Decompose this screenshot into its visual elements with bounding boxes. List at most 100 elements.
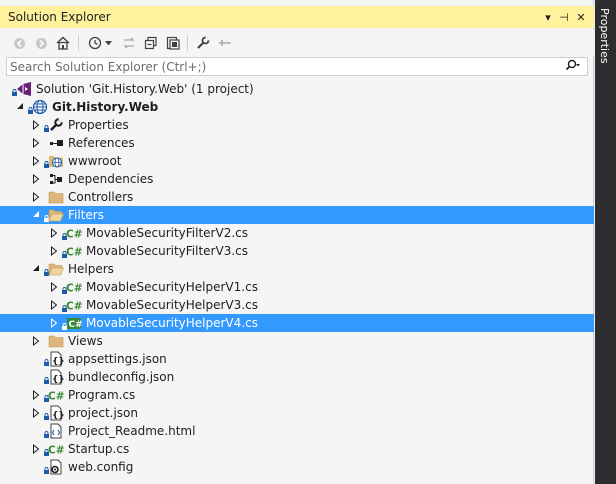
toolbar xyxy=(0,30,594,56)
properties-tab-label: Properties xyxy=(598,8,611,64)
tree-item-startup-cs[interactable]: C# Startup.cs xyxy=(0,440,594,458)
open-folder-icon xyxy=(48,261,64,277)
collapse-arrow-icon[interactable] xyxy=(16,102,24,112)
csharp-file-icon: C# xyxy=(66,279,83,295)
title-bar: Solution Explorer ▾ ⊣ ✕ xyxy=(0,6,594,28)
tree-item-web-config[interactable]: web.config xyxy=(0,458,594,476)
tree-item-label: Controllers xyxy=(68,190,134,204)
search-placeholder: Search Solution Explorer (Ctrl+;) xyxy=(10,60,207,74)
svg-text:C#: C# xyxy=(66,229,82,241)
expand-arrow-icon[interactable] xyxy=(32,137,40,149)
preview-selected-items-icon[interactable] xyxy=(216,34,234,52)
sync-with-document-icon[interactable] xyxy=(120,34,138,52)
tree-item-movablesecurityfilterv3-cs[interactable]: C# MovableSecurityFilterV3.cs xyxy=(0,242,594,260)
tree-item-label: Git.History.Web xyxy=(52,100,159,114)
svg-text:C#: C# xyxy=(66,301,82,313)
tree-item-label: wwwroot xyxy=(68,154,122,168)
search-input[interactable]: Search Solution Explorer (Ctrl+;) xyxy=(6,57,588,76)
tree-item-movablesecurityhelperv4-cs[interactable]: C# MovableSecurityHelperV4.cs xyxy=(0,314,594,332)
collapse-arrow-icon[interactable] xyxy=(32,264,40,274)
expand-arrow-icon[interactable] xyxy=(32,443,40,455)
svg-text:C#: C# xyxy=(66,283,82,295)
collapse-all-icon[interactable] xyxy=(142,34,160,52)
tree-item-label: appsettings.json xyxy=(68,352,167,366)
expand-arrow-icon[interactable] xyxy=(32,119,40,131)
tree-item-label: MovableSecurityFilterV3.cs xyxy=(86,244,248,258)
tree-item-program-cs[interactable]: C# Program.cs xyxy=(0,386,594,404)
expand-arrow-icon[interactable] xyxy=(50,227,58,239)
tree-item-views[interactable]: Views xyxy=(0,332,594,350)
expand-arrow-icon[interactable] xyxy=(50,281,58,293)
tree-item-label: Startup.cs xyxy=(68,442,130,456)
web-project-icon xyxy=(32,99,48,115)
tree-item-movablesecurityfilterv2-cs[interactable]: C# MovableSecurityFilterV2.cs xyxy=(0,224,594,242)
tree-item-appsettings-json[interactable]: {} appsettings.json xyxy=(0,350,594,368)
window-position-dropdown[interactable]: ▾ xyxy=(540,8,556,26)
tree-item-label: Project_Readme.html xyxy=(68,424,196,438)
tree-item-references[interactable]: References xyxy=(0,134,594,152)
expand-arrow-icon[interactable] xyxy=(32,155,40,167)
svg-text:C#: C# xyxy=(48,445,64,457)
tree-item-label: Views xyxy=(68,334,103,348)
properties-side-tab[interactable]: Properties xyxy=(595,0,616,484)
tree-item-filters[interactable]: Filters xyxy=(0,206,594,224)
svg-text:C#: C# xyxy=(48,391,64,403)
forward-icon[interactable] xyxy=(32,34,50,52)
expand-arrow-icon[interactable] xyxy=(50,299,58,311)
tree-item-properties[interactable]: Properties xyxy=(0,116,594,134)
tree-item-git-history-web[interactable]: Git.History.Web xyxy=(0,98,594,116)
panel-title: Solution Explorer xyxy=(8,10,111,24)
tree-item-label: MovableSecurityFilterV2.cs xyxy=(86,226,248,240)
expand-arrow-icon[interactable] xyxy=(50,245,58,257)
tree-item-helpers[interactable]: Helpers xyxy=(0,260,594,278)
json-file-icon: {} xyxy=(48,369,65,385)
home-icon[interactable] xyxy=(54,34,72,52)
tree-item-controllers[interactable]: Controllers xyxy=(0,188,594,206)
expand-arrow-icon[interactable] xyxy=(32,389,40,401)
tree-item-solution-git-history-web-1-project[interactable]: Solution 'Git.History.Web' (1 project) xyxy=(0,80,594,98)
expand-arrow-icon[interactable] xyxy=(32,191,40,203)
expand-arrow-icon[interactable] xyxy=(32,173,40,185)
tree-item-dependencies[interactable]: Dependencies xyxy=(0,170,594,188)
csharp-file-icon: C# xyxy=(48,441,65,457)
expand-arrow-icon[interactable] xyxy=(32,407,40,419)
show-all-files-icon[interactable] xyxy=(164,34,182,52)
tree-item-label: project.json xyxy=(68,406,138,420)
expand-arrow-icon[interactable] xyxy=(50,317,58,329)
tree-item-label: MovableSecurityHelperV3.cs xyxy=(86,298,258,312)
tree-item-label: Dependencies xyxy=(68,172,154,186)
tree-item-label: Filters xyxy=(68,208,104,222)
tree-item-label: References xyxy=(68,136,135,150)
chevron-down-icon[interactable] xyxy=(103,34,113,52)
collapse-arrow-icon[interactable] xyxy=(32,210,40,220)
back-icon[interactable] xyxy=(10,34,28,52)
history-icon[interactable] xyxy=(86,34,104,52)
properties-wrench-icon[interactable] xyxy=(194,34,212,52)
csharp-file-icon: C# xyxy=(66,243,83,259)
tree-item-project-json[interactable]: {} project.json xyxy=(0,404,594,422)
svg-text:C#: C# xyxy=(69,320,83,330)
search-icon[interactable] xyxy=(565,59,581,75)
tree-item-label: web.config xyxy=(68,460,134,474)
tree-item-movablesecurityhelperv3-cs[interactable]: C# MovableSecurityHelperV3.cs xyxy=(0,296,594,314)
tree-item-label: Solution 'Git.History.Web' (1 project) xyxy=(36,82,254,96)
folder-icon xyxy=(48,333,64,349)
expand-arrow-icon[interactable] xyxy=(32,335,40,347)
tree-item-wwwroot[interactable]: wwwroot xyxy=(0,152,594,170)
html-file-icon xyxy=(48,423,64,439)
tree-item-label: bundleconfig.json xyxy=(68,370,175,384)
references-icon xyxy=(48,135,64,151)
tree-item-label: Properties xyxy=(68,118,129,132)
tree-item-movablesecurityhelperv1-cs[interactable]: C# MovableSecurityHelperV1.cs xyxy=(0,278,594,296)
tree-item-project-readme-html[interactable]: Project_Readme.html xyxy=(0,422,594,440)
dependencies-icon xyxy=(48,171,64,187)
csharp-file-icon: C# xyxy=(48,387,65,403)
tree-item-label: Helpers xyxy=(68,262,114,276)
globe-folder-icon xyxy=(48,153,64,169)
svg-text:{}: {} xyxy=(52,357,64,367)
folder-icon xyxy=(48,189,64,205)
tree-item-bundleconfig-json[interactable]: {} bundleconfig.json xyxy=(0,368,594,386)
svg-text:{}: {} xyxy=(52,411,64,421)
close-icon[interactable]: ✕ xyxy=(573,8,589,26)
pin-icon[interactable]: ⊣ xyxy=(556,8,572,26)
